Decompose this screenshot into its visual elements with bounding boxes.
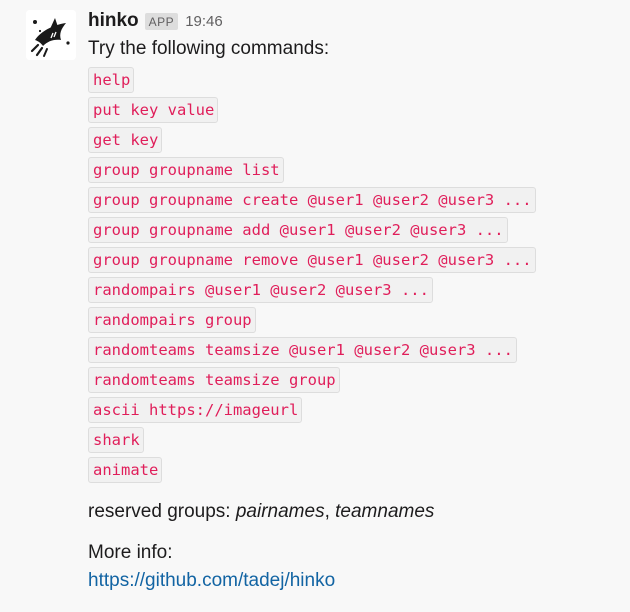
github-link[interactable]: https://github.com/tadej/hinko [88, 570, 335, 591]
command-code: get key [88, 127, 163, 153]
command-row: group groupname list [88, 155, 618, 185]
command-row: help [88, 65, 618, 95]
command-code: shark [88, 427, 144, 453]
command-row: ascii https://imageurl [88, 395, 618, 425]
command-row: put key value [88, 95, 618, 125]
command-code: randompairs @user1 @user2 @user3 ... [88, 277, 433, 303]
command-row: randompairs @user1 @user2 @user3 ... [88, 275, 618, 305]
command-code: help [88, 67, 135, 93]
reserved-group-teamnames: teamnames [335, 501, 435, 522]
command-code: group groupname create @user1 @user2 @us… [88, 187, 536, 213]
command-row: get key [88, 125, 618, 155]
reserved-groups-line: reserved groups: pairnames, teamnames [88, 498, 618, 526]
message-timestamp[interactable]: 19:46 [185, 13, 223, 30]
command-row: group groupname add @user1 @user2 @user3… [88, 215, 618, 245]
reserved-group-pairnames: pairnames [235, 501, 325, 522]
app-badge: APP [144, 12, 179, 30]
reserved-separator: , [324, 501, 336, 522]
command-code: randompairs group [88, 307, 256, 333]
command-row: randomteams teamsize group [88, 365, 618, 395]
command-code: randomteams teamsize group [88, 367, 340, 393]
shark-logo-icon [26, 10, 76, 60]
command-row: shark [88, 425, 618, 455]
command-row: randompairs group [88, 305, 618, 335]
message-content: hinko APP 19:46 Try the following comman… [88, 8, 618, 595]
command-row: randomteams teamsize @user1 @user2 @user… [88, 335, 618, 365]
reserved-groups-label: reserved groups: [88, 501, 236, 522]
sender-name[interactable]: hinko [88, 10, 139, 32]
avatar[interactable] [26, 10, 76, 60]
command-code: group groupname add @user1 @user2 @user3… [88, 217, 508, 243]
command-code: put key value [88, 97, 219, 123]
command-row: animate [88, 455, 618, 485]
command-row: group groupname remove @user1 @user2 @us… [88, 245, 618, 275]
command-list: help put key value get key group groupna… [88, 65, 618, 485]
intro-text: Try the following commands: [88, 38, 330, 59]
command-code: animate [88, 457, 163, 483]
command-code: group groupname list [88, 157, 284, 183]
command-code: group groupname remove @user1 @user2 @us… [88, 247, 536, 273]
more-info-label: More info: [88, 542, 173, 563]
command-code: randomteams teamsize @user1 @user2 @user… [88, 337, 517, 363]
message: hinko APP 19:46 Try the following comman… [0, 0, 630, 612]
command-row: group groupname create @user1 @user2 @us… [88, 185, 618, 215]
message-header: hinko APP 19:46 [88, 8, 618, 34]
command-code: ascii https://imageurl [88, 397, 303, 423]
